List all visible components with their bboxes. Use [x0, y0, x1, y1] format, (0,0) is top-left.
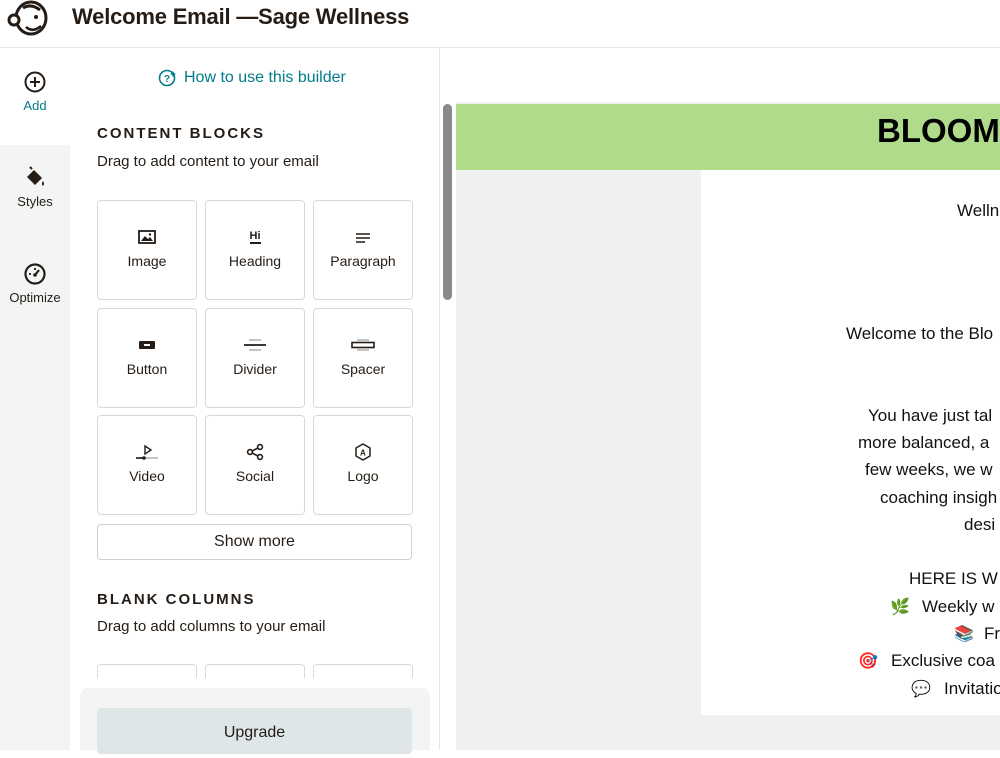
email-text-line: Exclusive coa	[891, 651, 995, 670]
blank-columns-subtitle: Drag to add columns to your email	[97, 618, 326, 635]
rail-background	[0, 145, 70, 750]
svg-text:?: ?	[164, 74, 170, 85]
email-text-line: Fr	[984, 624, 1000, 643]
gauge-icon	[24, 263, 46, 285]
block-label: Social	[235, 468, 275, 484]
top-bar: Welcome Email —Sage Wellness	[0, 0, 1000, 48]
block-image[interactable]: Image	[97, 200, 197, 300]
block-label: Divider	[233, 361, 277, 377]
panel-scrollbar-thumb[interactable]	[443, 104, 452, 300]
email-text-line: coaching insigh	[880, 488, 998, 507]
divider-icon	[244, 339, 266, 351]
email-banner-text: BLOOM	[877, 112, 1000, 149]
content-panel: ? How to use this builder CONTENT BLOCKS…	[70, 48, 440, 754]
blank-columns-title: BLANK COLUMNS	[97, 591, 256, 608]
block-video[interactable]: Video	[97, 415, 197, 515]
block-logo[interactable]: A Logo	[313, 415, 413, 515]
rail-item-label: Add	[23, 98, 47, 113]
help-link[interactable]: ? How to use this builder	[158, 68, 346, 88]
email-text-line: Welln	[957, 201, 1000, 220]
leaf-emoji-icon: 🌿	[890, 599, 910, 616]
help-sparkle-icon: ?	[158, 69, 176, 87]
logo-icon: A	[355, 443, 371, 461]
paragraph-icon	[356, 233, 370, 243]
block-heading[interactable]: Hi Heading	[205, 200, 305, 300]
email-text-line: desi	[964, 515, 996, 534]
rail-item-styles[interactable]: Styles	[0, 166, 70, 209]
block-label: Paragraph	[330, 253, 396, 269]
block-label: Logo	[347, 468, 379, 484]
block-label: Heading	[228, 253, 282, 269]
rail-item-label: Styles	[17, 194, 53, 209]
rail-item-add[interactable]: Add	[0, 70, 70, 113]
svg-text:A: A	[360, 449, 366, 458]
help-link-label: How to use this builder	[184, 69, 346, 86]
content-blocks-title: CONTENT BLOCKS	[97, 125, 265, 142]
email-text-line: Welcome to the Blo	[846, 324, 994, 343]
rail-item-label: Optimize	[9, 290, 61, 305]
block-social[interactable]: Social	[205, 415, 305, 515]
block-label: Spacer	[340, 361, 386, 377]
mailchimp-logo-icon[interactable]	[6, 0, 50, 36]
email-text-line: Weekly w	[922, 597, 995, 616]
paint-bucket-icon	[27, 166, 44, 186]
content-blocks-subtitle: Drag to add content to your email	[97, 153, 319, 170]
upgrade-button[interactable]: Upgrade	[97, 708, 412, 754]
email-text-line: You have just tal	[868, 406, 993, 425]
books-emoji-icon: 📚	[954, 626, 974, 643]
email-text-line: few weeks, we w	[865, 460, 993, 479]
left-rail: Add Styles Optimize	[0, 48, 70, 750]
button-icon	[139, 341, 155, 349]
block-paragraph[interactable]: Paragraph	[313, 200, 413, 300]
column-block-3[interactable]	[313, 664, 413, 678]
spacer-icon	[351, 339, 375, 351]
block-label: Video	[129, 468, 165, 484]
block-spacer[interactable]: Spacer	[313, 308, 413, 408]
block-label: Button	[126, 361, 168, 377]
share-icon	[246, 443, 264, 461]
page-title: Welcome Email —Sage Wellness	[72, 4, 410, 29]
block-button[interactable]: Button	[97, 308, 197, 408]
block-label: Image	[127, 253, 167, 269]
show-more-button[interactable]: Show more	[97, 524, 412, 560]
image-icon	[138, 230, 156, 244]
email-text-line: Invitatio	[944, 679, 1000, 698]
video-icon	[136, 444, 158, 460]
email-text-line: more balanced, a	[858, 433, 990, 452]
column-block-2[interactable]	[205, 664, 305, 678]
rail-item-optimize[interactable]: Optimize	[0, 262, 70, 305]
plus-circle-icon	[24, 71, 46, 93]
column-block-1[interactable]	[97, 664, 197, 678]
target-emoji-icon: 🎯	[858, 653, 878, 670]
block-divider[interactable]: Divider	[205, 308, 305, 408]
speech-bubble-emoji-icon: 💬	[911, 681, 931, 698]
email-text-line: HERE IS W	[909, 569, 998, 588]
heading-icon: Hi	[249, 230, 261, 244]
